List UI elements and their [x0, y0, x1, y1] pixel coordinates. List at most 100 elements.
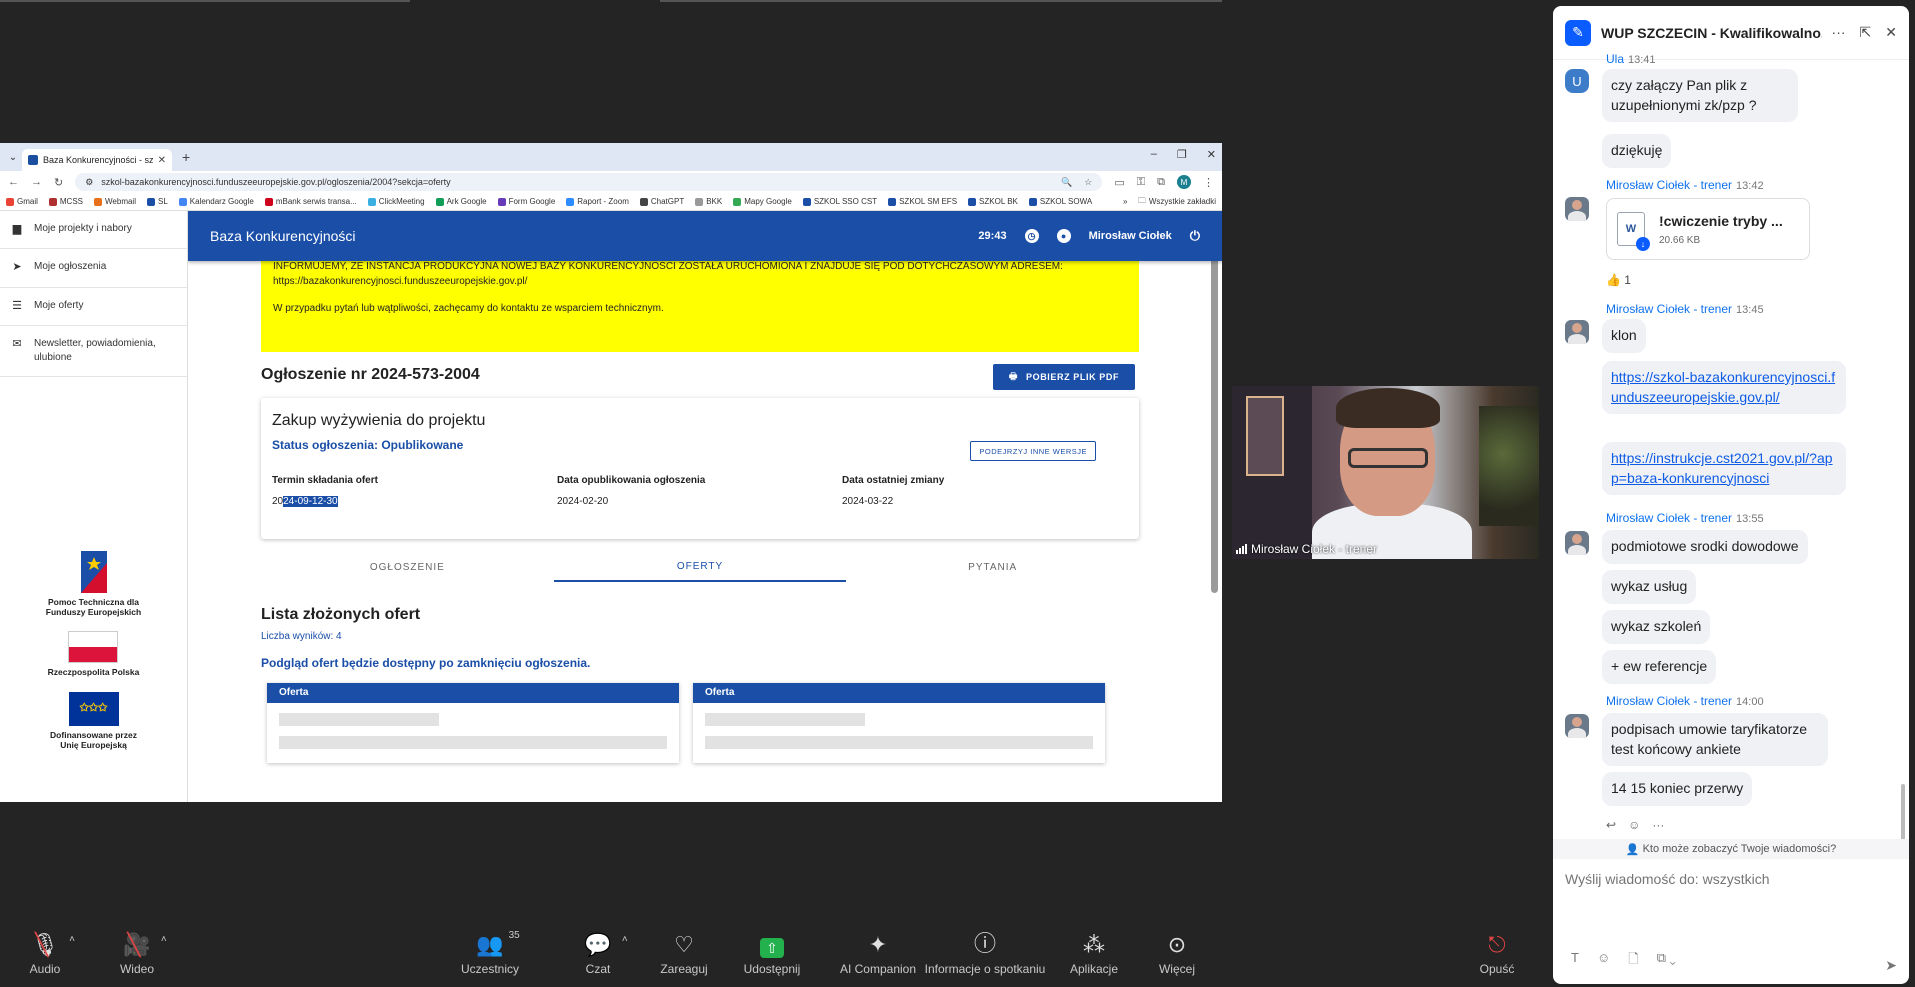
site-info-icon[interactable]: ⚙ [85, 177, 93, 188]
message-bubble[interactable]: dziękuję [1602, 134, 1672, 168]
bookmark-item[interactable]: ChatGPT [639, 197, 684, 206]
avatar[interactable] [1565, 531, 1589, 555]
audio-options-icon[interactable]: ˄ [69, 934, 75, 945]
reply-icon[interactable]: ↩ [1606, 818, 1616, 832]
browser-tab[interactable]: Baza Konkurencyjności - szczeg ✕ [22, 149, 172, 171]
message-bubble[interactable]: wykaz szkoleń [1602, 610, 1711, 644]
chat-message-input[interactable] [1565, 871, 1885, 887]
other-versions-button[interactable]: PODEJRZYJ INNE WERSJE [970, 441, 1096, 461]
bookmark-item[interactable]: SZKOL SSO CST [802, 197, 877, 206]
avatar[interactable] [1565, 320, 1589, 344]
forward-icon[interactable]: → [31, 176, 42, 188]
bookmark-item[interactable]: Gmail [6, 197, 38, 206]
sidebar-item-offers[interactable]: ☰ Moje oferty [0, 288, 187, 327]
audio-button[interactable]: 🎙 ╲ ˄ Audio [0, 930, 90, 976]
more-icon[interactable]: ··· [1652, 818, 1664, 832]
message-link[interactable]: https://instrukcje.cst2021.gov.pl/?app=b… [1602, 442, 1846, 496]
close-chat-icon[interactable]: ✕ [1885, 24, 1897, 41]
avatar[interactable]: U [1565, 69, 1589, 93]
avatar[interactable] [1565, 197, 1589, 221]
screenshot-icon[interactable]: ⧉ ⌄ [1657, 950, 1676, 972]
bookmark-item[interactable]: Raport - Zoom [566, 197, 629, 206]
message-bubble[interactable]: klon [1602, 319, 1646, 353]
file-icon[interactable]: 🗋 [1628, 950, 1638, 972]
message-bubble[interactable]: podmiotowe srodki dowodowe [1602, 530, 1808, 564]
ai-companion-button[interactable]: ✦ AI Companion [823, 930, 933, 976]
emoji-icon[interactable]: ☺ [1597, 950, 1610, 972]
password-key-icon[interactable]: ⚿ [1137, 176, 1145, 189]
back-icon[interactable]: ← [8, 176, 19, 188]
new-tab-icon[interactable]: + [182, 149, 190, 165]
sidebar-item-projects[interactable]: ▆ Moje projekty i nabory [0, 211, 187, 250]
close-tab-icon[interactable]: ✕ [158, 155, 166, 166]
message-bubble[interactable]: wykaz usług [1602, 570, 1697, 604]
bookmark-item[interactable]: Webmail [94, 197, 136, 206]
url-field[interactable]: ⚙ szkol-bazakonkurencyjnosci.funduszeeur… [75, 173, 1103, 191]
apps-button[interactable]: ⁂ Aplikacje [1049, 930, 1139, 976]
chat-scrollbar[interactable] [1901, 784, 1905, 842]
profile-avatar[interactable]: M [1177, 175, 1191, 189]
who-can-see-notice[interactable]: 👤 Kto może zobaczyć Twoje wiadomości? [1553, 839, 1909, 859]
meeting-info-button[interactable]: ⓘ Informacje o spotkaniu [920, 930, 1050, 976]
minimize-icon[interactable]: – [1151, 148, 1157, 161]
bookmark-item[interactable]: Form Google [497, 197, 555, 206]
message-bubble[interactable]: 14 15 koniec przerwy [1602, 772, 1753, 806]
zoom-icon[interactable]: 🔍 [1061, 177, 1072, 188]
close-window-icon[interactable]: ✕ [1207, 148, 1216, 161]
bookmark-star-icon[interactable]: ☆ [1084, 177, 1092, 188]
sidebar-item-announcements[interactable]: ➤ Moje ogłoszenia [0, 249, 187, 288]
message-bubble[interactable]: podpisach umowie taryfikatorze test końc… [1602, 713, 1828, 767]
bookmark-item[interactable]: Ark Google [435, 197, 487, 206]
video-options-icon[interactable]: ˄ [161, 934, 167, 945]
bookmark-item[interactable]: SZKOL BK [968, 197, 1018, 206]
logout-icon[interactable]: ⏻ [1190, 228, 1200, 244]
bookmark-item[interactable]: SL [147, 197, 168, 206]
sidebar-item-newsletter[interactable]: ✉ Newsletter, powiadomienia, ulubione [0, 326, 187, 378]
bookmark-item[interactable]: MCSS [48, 197, 83, 206]
edit-chat-icon[interactable]: ✎ [1565, 19, 1591, 46]
participant-video[interactable]: Mirosław Ciołek - trener [1232, 386, 1539, 559]
chat-options-icon[interactable]: ˄ [622, 934, 628, 945]
bookmark-item[interactable]: Mapy Google [733, 197, 792, 206]
participants-button[interactable]: 👥 35 Uczestnicy [445, 930, 535, 976]
page-scrollbar[interactable] [1211, 235, 1218, 593]
text-format-icon[interactable]: T [1571, 950, 1579, 972]
chat-button[interactable]: 💬 ˄ Czat [553, 930, 643, 976]
cast-icon[interactable]: ▭ [1114, 176, 1124, 189]
file-attachment[interactable]: W !cwiczenie tryby ... 20.66 KB [1606, 198, 1810, 260]
bookmark-item[interactable]: SZKOL SM EFS [888, 197, 957, 206]
more-options-icon[interactable]: ··· [1832, 24, 1846, 41]
send-icon[interactable]: ➤ [1885, 957, 1897, 974]
avatar[interactable] [1565, 714, 1589, 738]
download-pdf-button[interactable]: 🖶 POBIERZ PLIK PDF [993, 364, 1135, 390]
tab-oferty[interactable]: OFERTY [553, 552, 847, 582]
tab-search-icon[interactable]: ⌄ [4, 147, 22, 167]
message-bubble[interactable]: czy załączy Pan plik z uzupełnionymi zk/… [1602, 69, 1798, 123]
add-reaction-icon[interactable]: ☺ [1628, 818, 1640, 832]
message-bubble[interactable]: + ew referencje [1602, 650, 1717, 684]
tab-ogloszenie[interactable]: OGŁOSZENIE [261, 552, 554, 582]
all-bookmarks-folder[interactable]: » 🗀 Wszystkie zakładki [1123, 195, 1216, 209]
reaction-badge[interactable]: 👍 1 [1606, 273, 1631, 287]
bookmark-item[interactable]: ClickMeeting [367, 197, 425, 206]
share-screen-button[interactable]: ⇧ Udostępnij [727, 930, 817, 976]
leave-button[interactable]: ⎋ Opuść [1452, 930, 1542, 976]
bookmark-item[interactable]: SZKOL SOWA [1028, 197, 1092, 206]
extensions-icon[interactable]: ⧉ [1157, 176, 1165, 189]
offer-card[interactable]: Oferta [267, 683, 679, 763]
message-link[interactable]: https://szkol-bazakonkurencyjnosci.fundu… [1602, 361, 1846, 415]
user-name[interactable]: Mirosław Ciołek [1089, 230, 1172, 242]
browser-menu-icon[interactable]: ⋮ [1203, 176, 1214, 189]
reload-icon[interactable]: ↻ [54, 176, 63, 189]
offer-card[interactable]: Oferta [693, 683, 1105, 763]
restore-icon[interactable]: ❐ [1177, 148, 1187, 161]
tab-pytania[interactable]: PYTANIA [846, 552, 1139, 582]
bookmark-item[interactable]: BKK [695, 197, 722, 206]
clock-icon[interactable]: ◷ [1024, 229, 1039, 243]
deadline-value[interactable]: 2024-09-12-30 [272, 496, 557, 507]
bookmark-item[interactable]: mBank serwis transa... [264, 197, 357, 206]
react-button[interactable]: ♡ Zareaguj [639, 930, 729, 976]
bookmark-item[interactable]: Kalendarz Google [178, 197, 254, 206]
video-button[interactable]: 🎥 ╲ ˄ Wideo [92, 930, 182, 976]
pop-out-icon[interactable]: ⇱ [1860, 24, 1872, 41]
